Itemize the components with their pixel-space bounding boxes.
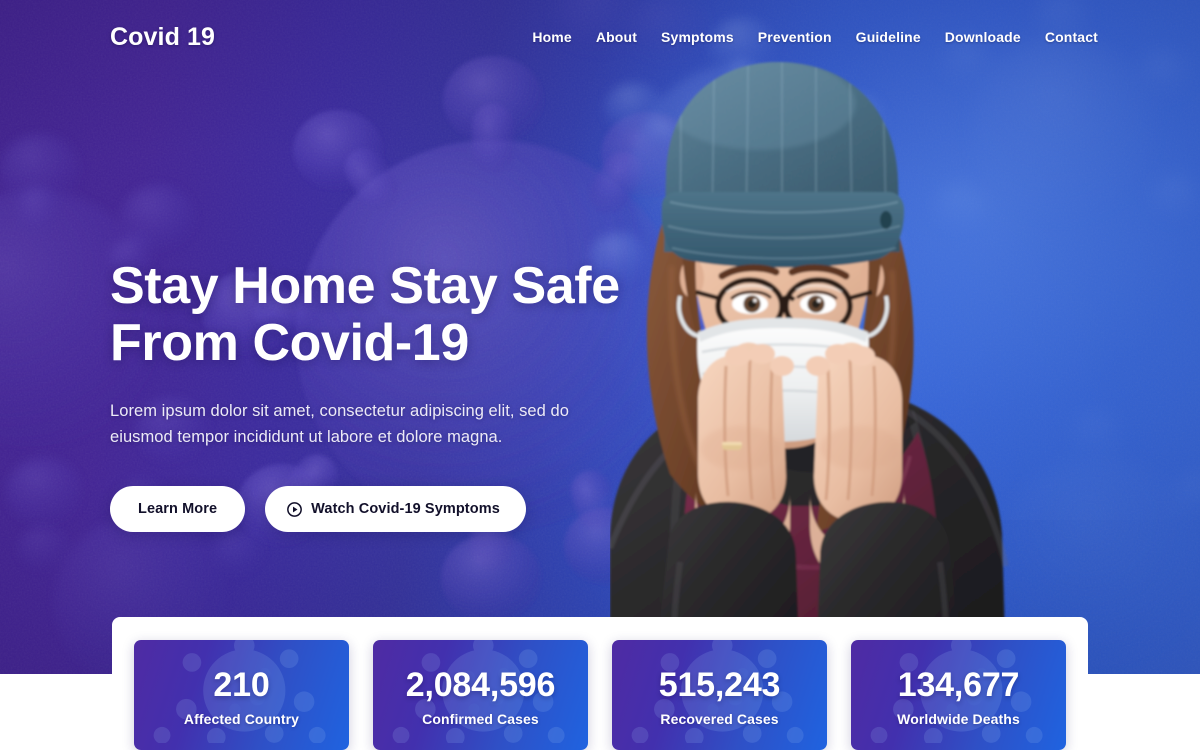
learn-more-button[interactable]: Learn More	[110, 486, 246, 532]
nav-item-about: About	[596, 28, 637, 47]
hero-title-line-1: Stay Home Stay Safe	[110, 257, 620, 315]
stat-value: 515,243	[658, 665, 781, 704]
stat-label: Confirmed Cases	[422, 710, 539, 727]
play-circle-icon	[287, 501, 303, 517]
nav-item-downloade: Downloade	[945, 28, 1021, 47]
nav-item-symptoms: Symptoms	[661, 28, 734, 47]
nav-link-contact[interactable]: Contact	[1045, 29, 1098, 45]
statistics-panel: 210 Affected Country 2,084,596 Confirmed…	[112, 617, 1088, 750]
stat-card-body: 210 Affected Country	[134, 640, 349, 750]
landing-page: Covid 19 Home About Symptoms Prevention …	[0, 0, 1200, 750]
nav-link-guideline[interactable]: Guideline	[856, 29, 921, 45]
nav-item-prevention: Prevention	[758, 28, 832, 47]
hero-section: Covid 19 Home About Symptoms Prevention …	[0, 0, 1200, 674]
stat-value: 2,084,596	[405, 665, 556, 704]
watch-symptoms-button[interactable]: Watch Covid-19 Symptoms	[265, 486, 526, 532]
nav-link-home[interactable]: Home	[532, 29, 572, 45]
stat-card-affected-country[interactable]: 210 Affected Country	[134, 640, 349, 750]
nav-link-downloade[interactable]: Downloade	[945, 29, 1021, 45]
stat-label: Recovered Cases	[660, 710, 779, 727]
stat-card-body: 2,084,596 Confirmed Cases	[373, 640, 588, 750]
hero-title-line-2: From Covid-19	[110, 314, 469, 372]
stat-card-recovered-cases[interactable]: 515,243 Recovered Cases	[612, 640, 827, 750]
nav-links-list: Home About Symptoms Prevention Guideline…	[532, 28, 1098, 47]
nav-link-about[interactable]: About	[596, 29, 637, 45]
hero-title: Stay Home Stay Safe From Covid-19	[110, 258, 630, 372]
stat-card-confirmed-cases[interactable]: 2,084,596 Confirmed Cases	[373, 640, 588, 750]
stat-card-worldwide-deaths[interactable]: 134,677 Worldwide Deaths	[851, 640, 1066, 750]
nav-link-prevention[interactable]: Prevention	[758, 29, 832, 45]
site-logo[interactable]: Covid 19	[110, 24, 215, 51]
nav-link-symptoms[interactable]: Symptoms	[661, 29, 734, 45]
watch-symptoms-label: Watch Covid-19 Symptoms	[311, 501, 500, 517]
main-navigation: Covid 19 Home About Symptoms Prevention …	[0, 0, 1200, 74]
nav-item-guideline: Guideline	[856, 28, 921, 47]
stat-card-body: 134,677 Worldwide Deaths	[851, 640, 1066, 750]
stat-label: Worldwide Deaths	[897, 710, 1020, 727]
stat-card-body: 515,243 Recovered Cases	[612, 640, 827, 750]
nav-item-home: Home	[532, 28, 572, 47]
hero-content: Stay Home Stay Safe From Covid-19 Lorem …	[110, 258, 630, 532]
hero-person-photo	[610, 56, 1040, 674]
stat-label: Affected Country	[183, 710, 300, 727]
nav-item-contact: Contact	[1045, 28, 1098, 47]
stat-value: 134,677	[897, 665, 1020, 704]
stat-value: 210	[213, 665, 270, 704]
hero-action-buttons: Learn More Watch Covid-19 Symptoms	[110, 486, 630, 532]
hero-description: Lorem ipsum dolor sit amet, consectetur …	[110, 402, 569, 446]
